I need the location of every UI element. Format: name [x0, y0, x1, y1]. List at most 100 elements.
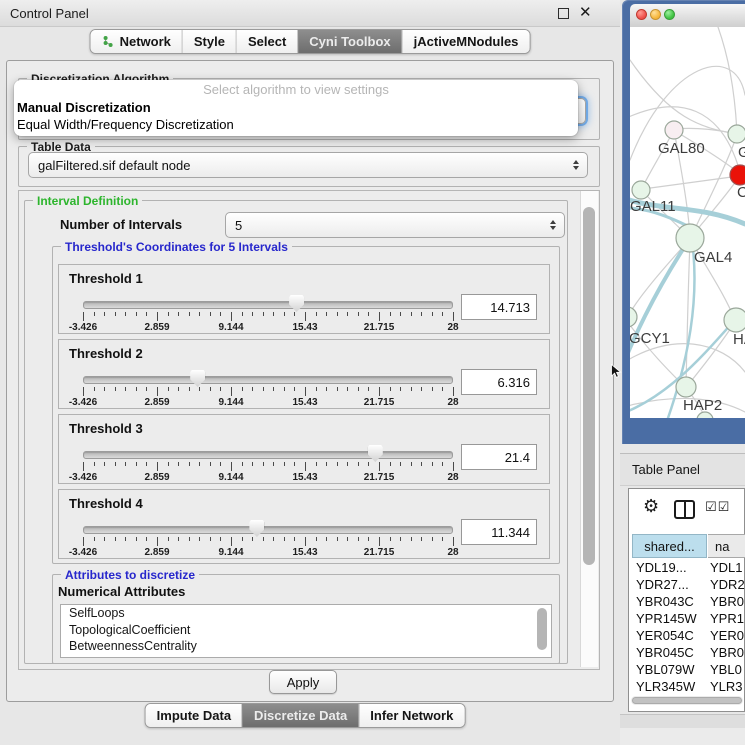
threshold-1-panel: Threshold 1 -3.4262.8599.14415.4321.7152… [58, 264, 550, 334]
slider-track[interactable] [83, 526, 453, 534]
threshold-3-value[interactable]: 21.4 [461, 444, 537, 470]
threshold-4-slider[interactable]: -3.4262.8599.14415.4321.71528 [83, 520, 453, 558]
minimize-light-icon[interactable] [650, 9, 661, 20]
slider-ticks [83, 537, 453, 547]
network-node[interactable] [676, 377, 696, 397]
column-header-shared-name[interactable]: shared... [632, 534, 707, 558]
horizontal-scrollbar[interactable] [631, 696, 743, 705]
tab-cyni-toolbox[interactable]: Cyni Toolbox [297, 30, 401, 53]
network-window-titlebar [630, 4, 745, 28]
slider-thumb[interactable] [289, 295, 304, 312]
slider-thumb[interactable] [249, 520, 264, 537]
slider-tick-labels: -3.4262.8599.14415.4321.71528 [83, 472, 453, 483]
network-node-label: GAL4 [694, 249, 732, 266]
network-node[interactable] [630, 307, 637, 327]
scrollbar-thumb[interactable] [583, 207, 595, 565]
slider-tick-labels: -3.4262.8599.14415.4321.71528 [83, 397, 453, 408]
tab-label: Network [120, 34, 171, 49]
gear-icon[interactable]: ⚙ [643, 496, 659, 517]
tab-infer-network[interactable]: Infer Network [358, 704, 464, 727]
network-edge [643, 176, 739, 189]
table-row[interactable]: YPR145WYPR1 [631, 610, 745, 627]
threshold-4-panel: Threshold 4 -3.4262.8599.14415.4321.7152… [58, 489, 550, 559]
algorithm-dropdown-popup: Select algorithm to view settings Manual… [14, 80, 578, 136]
network-node[interactable] [728, 125, 745, 143]
tab-label: Discretize Data [254, 708, 347, 723]
slider-thumb[interactable] [190, 370, 205, 387]
table-row[interactable]: YDR27...YDR2 [631, 576, 745, 593]
dropdown-option-manual[interactable]: Manual Discretization [14, 99, 578, 116]
number-of-intervals-combo[interactable]: 5 [225, 212, 565, 238]
threshold-1-slider[interactable]: -3.4262.8599.14415.4321.71528 [83, 295, 453, 333]
table-row[interactable]: YBL079WYBL0 [631, 661, 745, 678]
attribute-list-item[interactable]: BetweennessCentrality [61, 638, 551, 655]
network-edge [688, 322, 735, 385]
network-node[interactable] [724, 308, 745, 332]
table-row[interactable]: YLR345WYLR3 [631, 678, 745, 693]
tab-label: Style [194, 34, 225, 49]
threshold-3-slider[interactable]: -3.4262.8599.14415.4321.71528 [83, 445, 453, 483]
network-node[interactable] [676, 224, 704, 252]
bottom-strip [620, 714, 745, 729]
numerical-attributes-list[interactable]: SelfLoopsTopologicalCoefficientBetweenne… [60, 604, 552, 658]
zoom-light-icon[interactable] [664, 9, 675, 20]
table-header-row: shared... na [629, 534, 744, 559]
table-panel-titlebar: Table Panel [620, 453, 745, 486]
network-node[interactable] [632, 181, 650, 199]
slider-track[interactable] [83, 451, 453, 459]
network-node[interactable] [730, 165, 745, 185]
slider-thumb[interactable] [368, 445, 383, 462]
tab-jactivemnodules[interactable]: jActiveMNodules [402, 30, 530, 53]
attribute-list-item[interactable]: SelfLoops [61, 605, 551, 622]
close-icon[interactable]: ✕ [579, 3, 592, 21]
columns-icon[interactable] [674, 500, 695, 519]
threshold-4-value[interactable]: 11.344 [461, 519, 537, 545]
network-edge [675, 128, 736, 134]
threshold-1-label: Threshold 1 [69, 271, 143, 286]
float-window-icon[interactable] [558, 8, 569, 19]
close-light-icon[interactable] [636, 9, 647, 20]
attribute-list-item[interactable]: TopologicalCoefficient [61, 622, 551, 639]
network-node-label: C [737, 184, 745, 201]
scrollbar-thumb[interactable] [632, 697, 742, 704]
column-header-name[interactable]: na [708, 534, 745, 558]
slider-ticks [83, 387, 453, 397]
table-data-combo[interactable]: galFiltered.sif default node [28, 152, 588, 178]
threshold-2-slider[interactable]: -3.4262.8599.14415.4321.71528 [83, 370, 453, 408]
table-row[interactable]: YBR043CYBR0 [631, 593, 745, 610]
table-row[interactable]: YER054CYER0 [631, 627, 745, 644]
top-tab-bar: Network Style Select Cyni Toolbox jActiv… [90, 29, 531, 54]
table-row[interactable]: YBR045CYBR0 [631, 644, 745, 661]
combo-stepper-icon [573, 160, 579, 170]
threshold-1-value[interactable]: 14.713 [461, 294, 537, 320]
dropdown-option-equal-width[interactable]: Equal Width/Frequency Discretization [14, 116, 578, 133]
network-node[interactable] [665, 121, 683, 139]
slider-track[interactable] [83, 301, 453, 309]
thresholds-group-title: Threshold's Coordinates for 5 Intervals [61, 240, 292, 254]
tab-style[interactable]: Style [182, 30, 236, 53]
slider-track[interactable] [83, 376, 453, 384]
scrollbar-thumb[interactable] [537, 608, 547, 650]
network-edge [686, 241, 690, 385]
panel-title: Control Panel [10, 6, 89, 21]
bottom-tab-bar: Impute Data Discretize Data Infer Networ… [145, 703, 466, 728]
tab-label: Impute Data [157, 708, 231, 723]
network-node-label: HAP2 [683, 397, 722, 414]
threshold-2-value[interactable]: 6.316 [461, 369, 537, 395]
tab-impute-data[interactable]: Impute Data [146, 704, 242, 727]
combo-stepper-icon [550, 220, 556, 230]
bottom-strip-light [620, 728, 745, 745]
tab-select[interactable]: Select [236, 30, 297, 53]
list-scrollbar[interactable] [537, 606, 548, 654]
network-node-label: GAL80 [658, 140, 705, 157]
tab-discretize-data[interactable]: Discretize Data [242, 704, 358, 727]
table-row[interactable]: YDL19...YDL1 [631, 559, 745, 576]
network-canvas[interactable]: GAL80GACGAL11GAL4GCY1HAHAP2 [630, 27, 745, 418]
tab-network[interactable]: Network [91, 30, 182, 53]
table-data-combo-value: galFiltered.sif default node [38, 158, 190, 173]
attributes-group-title: Attributes to discretize [61, 568, 199, 582]
vertical-scrollbar[interactable] [580, 191, 598, 667]
threshold-2-label: Threshold 2 [69, 346, 143, 361]
apply-button[interactable]: Apply [269, 670, 337, 694]
select-columns-checkboxes-icon[interactable]: ☑☑ [705, 500, 730, 515]
